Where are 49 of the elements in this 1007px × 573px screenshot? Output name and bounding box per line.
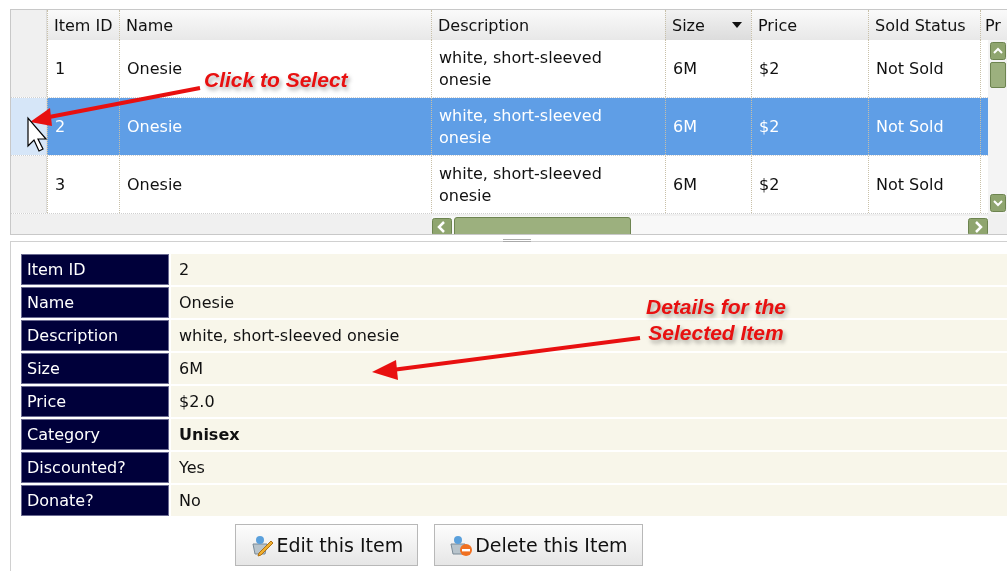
scroll-down-button[interactable] — [990, 194, 1006, 212]
table-cell: Onesie — [119, 156, 431, 213]
table-cell: 6M — [665, 40, 751, 97]
table-cell: 6M — [665, 156, 751, 213]
table-cell: white, short-sleeved onesie — [431, 156, 665, 213]
scroll-thumb[interactable] — [454, 216, 631, 234]
scroll-left-button[interactable] — [432, 217, 452, 234]
field-label: Size — [21, 353, 169, 384]
table-cell: $2 — [751, 98, 868, 155]
field-value: 6M — [171, 353, 1007, 384]
table-cell: Not Sold — [868, 156, 980, 213]
cursor-icon — [27, 116, 48, 152]
field-value: 2 — [171, 254, 1007, 285]
table-cell: white, short-sleeved onesie — [431, 98, 665, 155]
table-cell: 6M — [665, 98, 751, 155]
table-cell: Not Sold — [868, 98, 980, 155]
table-cell: Onesie — [119, 98, 431, 155]
annotation-text: Details for the Selected Item — [646, 294, 787, 346]
vertical-scrollbar[interactable] — [988, 40, 1007, 214]
field-value: No — [171, 485, 1007, 516]
sort-arrow-icon — [731, 21, 743, 29]
annotation-text: Click to Select — [204, 67, 348, 93]
table-cell: $2 — [751, 156, 868, 213]
table-cell: Not Sold — [868, 40, 980, 97]
field-label: Price — [21, 386, 169, 417]
field-label: Discounted? — [21, 452, 169, 483]
column-header[interactable]: Size — [665, 10, 751, 40]
table-cell: white, short-sleeved onesie — [431, 40, 665, 97]
table-cell: 1 — [47, 40, 119, 97]
basket-pencil-icon — [250, 533, 275, 557]
field-value: Unisex — [171, 419, 1007, 450]
table-cell: 3 — [47, 156, 119, 213]
table-cell: $2 — [751, 40, 868, 97]
table-cell: 2 — [47, 98, 119, 155]
field-value: Yes — [171, 452, 1007, 483]
field-label: Name — [21, 287, 169, 318]
scroll-right-button[interactable] — [968, 217, 988, 234]
field-label: Donate? — [21, 485, 169, 516]
field-label: Item ID — [21, 254, 169, 285]
basket-minus-icon — [449, 533, 474, 557]
field-value: $2.0 — [171, 386, 1007, 417]
splitter-handle[interactable] — [503, 239, 531, 242]
field-label: Description — [21, 320, 169, 351]
scroll-thumb[interactable] — [990, 62, 1006, 88]
field-label: Category — [21, 419, 169, 450]
action-button[interactable]: Edit this Item — [235, 524, 419, 566]
action-button[interactable]: Delete this Item — [434, 524, 643, 566]
horizontal-scrollbar[interactable] — [432, 215, 988, 234]
scroll-up-button[interactable] — [990, 42, 1006, 60]
